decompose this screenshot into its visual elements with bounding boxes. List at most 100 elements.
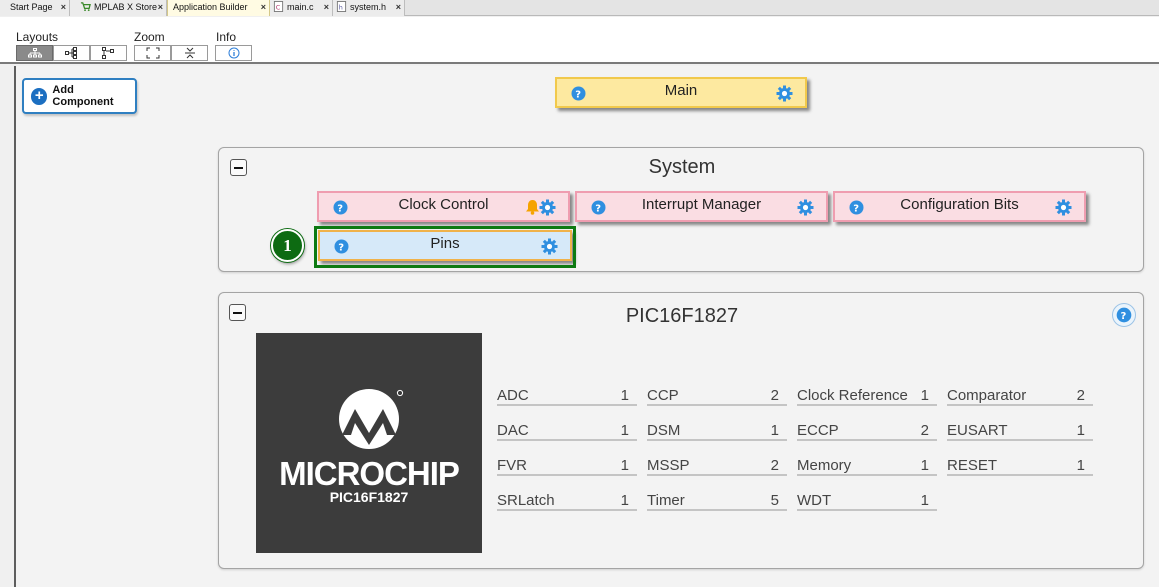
- resource-srlatch[interactable]: SRLatch 1: [497, 492, 637, 511]
- resource-name: Clock Reference: [797, 387, 908, 404]
- group-title: PIC16F1827: [625, 305, 739, 327]
- tab-mplab-x-store[interactable]: MPLAB X Store ×: [70, 0, 167, 16]
- add-component-button[interactable]: + Add Component: [22, 78, 137, 114]
- h-file-icon: h: [336, 1, 347, 12]
- close-icon[interactable]: ×: [61, 0, 66, 15]
- zoom-fit-button[interactable]: [134, 45, 171, 61]
- resource-dsm[interactable]: DSM 1: [647, 422, 787, 441]
- expand-icon: [146, 47, 159, 59]
- brand-name: MICROCHIP: [279, 455, 460, 492]
- resource-fvr[interactable]: FVR 1: [497, 457, 637, 476]
- resource-comparator[interactable]: Comparator 2: [947, 387, 1093, 406]
- tab-start-page[interactable]: Start Page ×: [0, 0, 70, 16]
- resource-count: 5: [770, 492, 779, 509]
- collapse-vertical-icon: [184, 47, 195, 59]
- tab-application-builder[interactable]: Application Builder ×: [167, 0, 270, 16]
- device-help-icon[interactable]: ?: [1112, 303, 1136, 327]
- component-label: Interrupt Manager: [641, 196, 762, 213]
- clock-control-component[interactable]: ? Clock Control: [317, 191, 570, 222]
- resource-clock-reference[interactable]: Clock Reference 1: [797, 387, 937, 406]
- resource-name: SRLatch: [497, 492, 555, 509]
- resource-name: RESET: [947, 457, 998, 474]
- resource-count: 1: [620, 422, 629, 439]
- resource-timer[interactable]: Timer 5: [647, 492, 787, 511]
- resource-name: CCP: [647, 387, 679, 404]
- interrupt-manager-component[interactable]: ? Interrupt Manager: [575, 191, 828, 222]
- resource-count: 1: [920, 387, 929, 404]
- svg-text:?: ?: [1121, 311, 1127, 322]
- resource-name: WDT: [797, 492, 832, 509]
- c-file-icon: C: [273, 1, 284, 12]
- close-icon[interactable]: ×: [261, 0, 266, 15]
- logo-part-number: PIC16F1827: [329, 489, 409, 505]
- gear-icon[interactable]: [797, 199, 814, 216]
- close-icon[interactable]: ×: [396, 0, 401, 15]
- zoom-collapse-button[interactable]: [171, 45, 208, 61]
- close-icon[interactable]: ×: [324, 0, 329, 15]
- tab-main-c[interactable]: Cmain.c ×: [270, 0, 333, 16]
- resource-mssp[interactable]: MSSP 2: [647, 457, 787, 476]
- resource-eusart[interactable]: EUSART 1: [947, 422, 1093, 441]
- tab-label: Application Builder: [173, 2, 248, 12]
- gear-icon[interactable]: [539, 199, 556, 216]
- help-icon[interactable]: ?: [849, 200, 864, 215]
- svg-text:?: ?: [853, 204, 859, 215]
- zoom-label: Zoom: [134, 30, 165, 44]
- resource-count: 2: [770, 457, 779, 474]
- svg-text:?: ?: [337, 204, 343, 215]
- layout-vertical-button[interactable]: [53, 45, 90, 61]
- component-label: Configuration Bits: [900, 196, 1019, 213]
- help-icon[interactable]: ?: [333, 200, 348, 215]
- resource-count: 1: [620, 457, 629, 474]
- resource-ccp[interactable]: CCP 2: [647, 387, 787, 406]
- resource-name: MSSP: [647, 457, 690, 474]
- plus-icon: +: [31, 87, 48, 105]
- bell-icon[interactable]: [525, 199, 540, 215]
- resource-memory[interactable]: Memory 1: [797, 457, 937, 476]
- resource-count: 1: [920, 457, 929, 474]
- component-label: Clock Control: [398, 196, 489, 213]
- svg-text:C: C: [276, 3, 281, 11]
- svg-text:h: h: [339, 3, 343, 11]
- help-icon[interactable]: ?: [571, 86, 586, 101]
- tab-system-h[interactable]: h system.h ×: [333, 0, 405, 16]
- builder-toolbar: Layouts Zoom Info: [0, 17, 1159, 64]
- gear-icon[interactable]: [776, 85, 793, 102]
- vertical-layout-icon: [64, 47, 77, 59]
- info-label: Info: [216, 30, 237, 44]
- svg-text:?: ?: [575, 90, 581, 101]
- step-badge: 1: [271, 229, 304, 262]
- resource-reset[interactable]: RESET 1: [947, 457, 1093, 476]
- microchip-emblem-icon: [339, 389, 404, 449]
- resource-name: ECCP: [797, 422, 839, 439]
- resource-name: Timer: [647, 492, 685, 509]
- configuration-bits-component[interactable]: ? Configuration Bits: [833, 191, 1086, 222]
- resource-count: 1: [770, 422, 779, 439]
- group-title: System: [648, 156, 716, 178]
- layout-tree-button[interactable]: [16, 45, 53, 61]
- resource-wdt[interactable]: WDT 1: [797, 492, 937, 511]
- tab-label: system.h: [350, 2, 387, 12]
- resource-count: 2: [920, 422, 929, 439]
- resource-count: 1: [920, 492, 929, 509]
- info-button[interactable]: [215, 45, 252, 61]
- cart-icon: [80, 2, 91, 12]
- resource-adc[interactable]: ADC 1: [497, 387, 637, 406]
- close-icon[interactable]: ×: [158, 0, 163, 15]
- main-component[interactable]: ? Main: [555, 77, 807, 108]
- layout-horizontal-button[interactable]: [90, 45, 127, 61]
- editor-tab-strip: Start Page × MPLAB X Store × Application…: [0, 0, 1159, 16]
- resource-name: FVR: [497, 457, 527, 474]
- help-icon[interactable]: ?: [591, 200, 606, 215]
- resource-eccp[interactable]: ECCP 2: [797, 422, 937, 441]
- layouts-label: Layouts: [16, 30, 59, 44]
- resource-count: 2: [770, 387, 779, 404]
- info-icon: [228, 47, 239, 59]
- tree-layout-icon: [27, 48, 42, 58]
- gear-icon[interactable]: [1055, 199, 1072, 216]
- resource-name: DSM: [647, 422, 681, 439]
- resource-count: 2: [1076, 387, 1085, 404]
- tab-label: main.c: [287, 2, 314, 12]
- resource-dac[interactable]: DAC 1: [497, 422, 637, 441]
- add-component-label: Add Component: [52, 84, 114, 108]
